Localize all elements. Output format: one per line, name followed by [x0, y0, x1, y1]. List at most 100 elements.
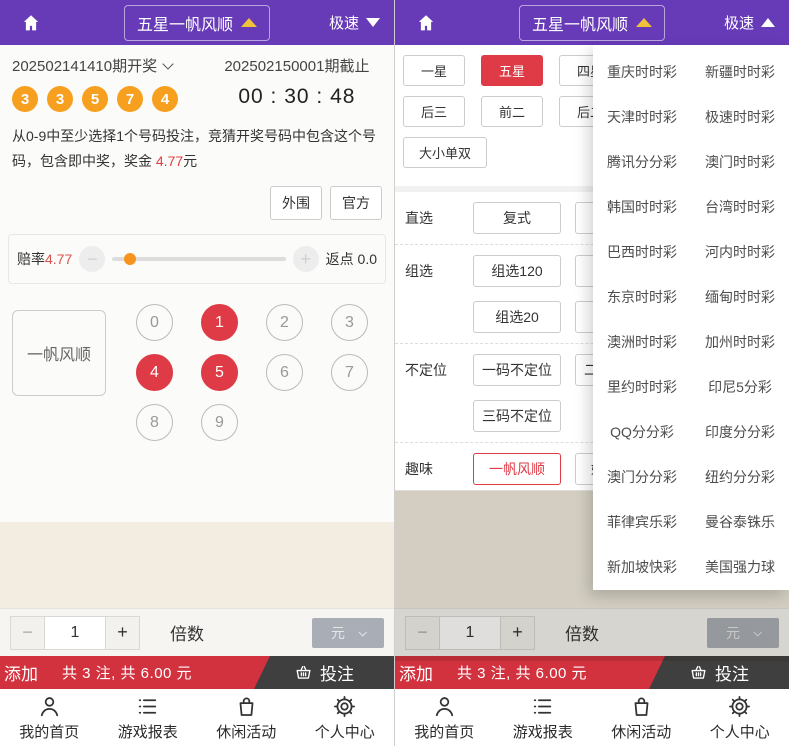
official-mode-button[interactable]: 官方: [330, 186, 382, 220]
caret-up-icon: [636, 18, 652, 27]
nav-label: 游戏报表: [118, 721, 178, 742]
lottery-option[interactable]: 缅甸时时彩: [691, 274, 789, 319]
nav-label: 个人中心: [315, 721, 375, 742]
section-label: 不定位: [405, 354, 473, 432]
rebate-value: 0.0: [358, 251, 377, 267]
digit-circle[interactable]: 9: [201, 404, 238, 441]
odds-decrease-button[interactable]: −: [79, 246, 105, 272]
nav-home[interactable]: 我的首页: [395, 689, 494, 746]
caret-up-icon: [761, 18, 775, 27]
digit-circle[interactable]: 3: [331, 304, 368, 341]
multiplier-decrease-button[interactable]: −: [10, 616, 44, 650]
play-button[interactable]: 三码不定位: [473, 400, 561, 432]
nav-activities[interactable]: 休闲活动: [197, 689, 296, 746]
lottery-option[interactable]: 河内时时彩: [691, 229, 789, 274]
odds-increase-button[interactable]: +: [293, 246, 319, 272]
result-ball: 5: [82, 86, 108, 112]
lottery-option[interactable]: 澳门分分彩: [593, 454, 691, 499]
lottery-option[interactable]: 菲律宾乐彩: [593, 499, 691, 544]
nav-activities[interactable]: 休闲活动: [592, 689, 691, 746]
digit-circle[interactable]: 1: [201, 304, 238, 341]
user-icon: [37, 694, 62, 719]
tab-last-three[interactable]: 后三: [403, 96, 465, 127]
submit-bet-button[interactable]: 投注: [254, 656, 394, 689]
nav-reports[interactable]: 游戏报表: [494, 689, 593, 746]
lottery-option[interactable]: 曼谷泰铢乐: [691, 499, 789, 544]
submit-label: 投注: [715, 660, 749, 685]
tab-five-star[interactable]: 五星: [481, 55, 543, 86]
basket-icon: [689, 663, 708, 682]
unit-select[interactable]: 元: [312, 618, 384, 648]
prize-amount: 4.77: [156, 153, 183, 169]
lottery-option[interactable]: 新加坡快彩: [593, 544, 691, 589]
lottery-option[interactable]: 印尼5分彩: [691, 364, 789, 409]
lottery-option[interactable]: 韩国时时彩: [593, 184, 691, 229]
odds-slider-handle[interactable]: [124, 253, 136, 265]
lottery-option[interactable]: 新疆时时彩: [691, 49, 789, 94]
lottery-option[interactable]: 澳门时时彩: [691, 139, 789, 184]
outer-mode-button[interactable]: 外围: [270, 186, 322, 220]
speed-label: 极速: [724, 12, 754, 33]
multiplier-input[interactable]: [44, 616, 106, 650]
odds-label: 赔率4.77: [17, 249, 72, 269]
speed-selector-open[interactable]: 极速: [724, 12, 775, 33]
digit-circle[interactable]: 6: [266, 354, 303, 391]
lottery-option[interactable]: 腾讯分分彩: [593, 139, 691, 184]
play-button[interactable]: 组选120: [473, 255, 561, 287]
lottery-option[interactable]: 台湾时时彩: [691, 184, 789, 229]
issue-open-label[interactable]: 202502141410期开奖: [12, 55, 212, 76]
play-button[interactable]: 一码不定位: [473, 354, 561, 386]
lottery-option[interactable]: 美国强力球: [691, 544, 789, 589]
lottery-option[interactable]: 印度分分彩: [691, 409, 789, 454]
lottery-option[interactable]: 里约时时彩: [593, 364, 691, 409]
nav-reports[interactable]: 游戏报表: [99, 689, 198, 746]
game-title-button[interactable]: 五星一帆风顺: [124, 5, 270, 41]
result-ball: 3: [47, 86, 73, 112]
digit-circle[interactable]: 8: [136, 404, 173, 441]
issue-open-text: 202502141410期开奖: [12, 58, 157, 75]
submit-label: 投注: [320, 660, 354, 685]
odds-slider-track[interactable]: [112, 257, 285, 261]
mode-buttons-row: 外围 官方: [0, 174, 394, 226]
lottery-option[interactable]: QQ分分彩: [593, 409, 691, 454]
tab-first-two[interactable]: 前二: [481, 96, 543, 127]
nav-label: 个人中心: [710, 721, 770, 742]
nav-profile[interactable]: 个人中心: [296, 689, 395, 746]
section-label: 组选: [405, 255, 473, 333]
lottery-option[interactable]: 天津时时彩: [593, 94, 691, 139]
description-unit: 元: [183, 153, 197, 169]
lottery-option[interactable]: 极速时时彩: [691, 94, 789, 139]
lottery-option[interactable]: 加州时时彩: [691, 319, 789, 364]
nav-profile[interactable]: 个人中心: [691, 689, 789, 746]
add-bet-button[interactable]: 添加: [0, 660, 48, 685]
play-button[interactable]: 组选20: [473, 301, 561, 333]
digit-circle[interactable]: 7: [331, 354, 368, 391]
lottery-option[interactable]: 纽约分分彩: [691, 454, 789, 499]
lottery-option[interactable]: 澳洲时时彩: [593, 319, 691, 364]
home-icon[interactable]: [20, 12, 42, 34]
lottery-option[interactable]: 巴西时时彩: [593, 229, 691, 274]
draw-info-row: 202502141410期开奖 3 3 5 7 4 202502150001期截…: [0, 45, 394, 116]
play-button[interactable]: 复式: [473, 202, 561, 234]
lottery-option[interactable]: 东京时时彩: [593, 274, 691, 319]
speed-selector[interactable]: 极速: [329, 12, 380, 33]
odds-value: 4.77: [45, 251, 72, 267]
digit-circle[interactable]: 5: [201, 354, 238, 391]
add-bet-button[interactable]: 添加: [395, 660, 443, 685]
game-title-button[interactable]: 五星一帆风顺: [519, 5, 665, 41]
digit-circle[interactable]: 2: [266, 304, 303, 341]
lottery-option[interactable]: 重庆时时彩: [593, 49, 691, 94]
play-button-selected[interactable]: 一帆风顺: [473, 453, 561, 485]
digit-circle[interactable]: 0: [136, 304, 173, 341]
play-description: 从0-9中至少选择1个号码投注，竞猜开奖号码中包含这个号码，包含即中奖，奖金 4…: [0, 116, 394, 174]
result-ball: 3: [12, 86, 38, 112]
multiplier-increase-button[interactable]: +: [106, 616, 140, 650]
home-icon[interactable]: [415, 12, 437, 34]
nav-label: 我的首页: [19, 721, 79, 742]
play-name-box: 一帆风顺: [12, 310, 106, 396]
tab-one-star[interactable]: 一星: [403, 55, 465, 86]
digit-circle[interactable]: 4: [136, 354, 173, 391]
gear-icon: [332, 694, 357, 719]
nav-home[interactable]: 我的首页: [0, 689, 99, 746]
tab-big-small-odd-even[interactable]: 大小单双: [403, 137, 487, 168]
